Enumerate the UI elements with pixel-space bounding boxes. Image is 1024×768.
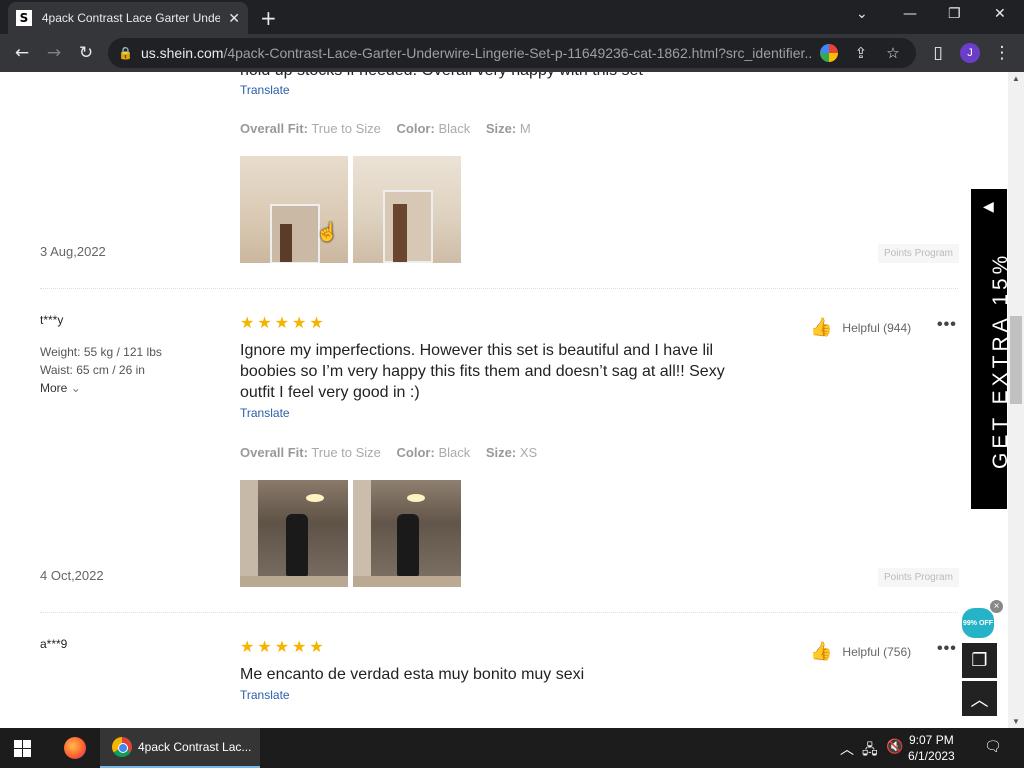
star-rating: ★★★★★ bbox=[240, 313, 327, 332]
translate-link[interactable]: Translate bbox=[240, 406, 290, 420]
reviewer-waist: Waist: 65 cm / 26 in bbox=[40, 363, 145, 377]
tab-search-icon[interactable]: ⌄ bbox=[856, 6, 868, 22]
back-to-top-icon[interactable]: ︿ bbox=[962, 681, 997, 716]
lock-icon: 🔒 bbox=[118, 46, 133, 60]
collapse-arrow-icon[interactable]: ◀ bbox=[983, 199, 994, 215]
restore-button[interactable]: ❐ bbox=[948, 6, 961, 22]
review-attributes: Overall Fit: True to Size Color: Black S… bbox=[240, 121, 531, 136]
profile-avatar[interactable]: J bbox=[960, 43, 980, 63]
review-divider bbox=[40, 612, 958, 613]
helpful-button[interactable]: 👍 Helpful (944) bbox=[810, 317, 911, 338]
reviewer-name: a***9 bbox=[40, 637, 68, 651]
windows-taskbar: 4pack Contrast Lac... ︿ 🖧 🔇 9:07 PM 6/1/… bbox=[0, 728, 1024, 768]
review-text: Ignore my imperfections. However this se… bbox=[240, 342, 725, 401]
points-program-badge: Points Program bbox=[878, 568, 959, 587]
star-rating: ★★★★★ bbox=[240, 637, 327, 656]
promo-badge: 99% OFF bbox=[962, 608, 994, 638]
review-text: Me encanto de verdad esta muy bonito muy… bbox=[240, 666, 585, 683]
get-extra-banner[interactable]: ◀ GET EXTRA 15% bbox=[971, 189, 1012, 509]
reviewer-weight: Weight: 55 kg / 121 lbs bbox=[40, 345, 162, 359]
share-icon[interactable]: ⇪ bbox=[845, 44, 877, 62]
translate-link[interactable]: Translate bbox=[240, 688, 290, 702]
thumbs-up-icon: 👍 bbox=[810, 317, 833, 338]
review-photo[interactable] bbox=[353, 156, 461, 263]
side-panel-icon[interactable]: ▯ bbox=[922, 43, 954, 63]
tray-expand-icon[interactable]: ︿ bbox=[840, 739, 854, 759]
review-list: hold up stocks if needed. Overall very h… bbox=[0, 72, 1008, 728]
more-options-icon[interactable]: ••• bbox=[937, 640, 957, 658]
review-text: hold up stocks if needed. Overall very h… bbox=[240, 72, 643, 81]
clock-time: 9:07 PM bbox=[909, 733, 954, 747]
thumbs-up-icon: 👍 bbox=[810, 641, 833, 662]
review-photo[interactable] bbox=[240, 156, 348, 263]
notifications-icon[interactable]: 🗨 bbox=[984, 739, 1002, 755]
browser-tab-strip: S 4pack Contrast Lace Garter Underwire ✕… bbox=[0, 0, 1024, 34]
browser-tab[interactable]: S 4pack Contrast Lace Garter Underwire ✕ bbox=[8, 2, 248, 34]
review-photo[interactable] bbox=[240, 480, 348, 587]
review-divider bbox=[40, 288, 958, 289]
review-date: 3 Aug,2022 bbox=[40, 244, 106, 259]
compare-icon[interactable]: ❐ bbox=[962, 643, 997, 678]
forward-icon[interactable]: → bbox=[38, 43, 70, 63]
tab-close-icon[interactable]: ✕ bbox=[228, 10, 240, 27]
reload-icon[interactable]: ↻ bbox=[70, 43, 102, 63]
chrome-menu-icon[interactable]: ⋮ bbox=[986, 43, 1018, 63]
windows-start-icon[interactable] bbox=[14, 740, 31, 757]
shein-favicon-icon: S bbox=[16, 10, 32, 26]
close-window-button[interactable]: ✕ bbox=[994, 6, 1006, 22]
chrome-taskbar-button[interactable]: 4pack Contrast Lac... bbox=[100, 728, 260, 768]
network-icon[interactable]: 🖧 bbox=[862, 739, 878, 763]
review-attributes: Overall Fit: True to Size Color: Black S… bbox=[240, 445, 538, 460]
promo-close-icon[interactable]: × bbox=[990, 600, 1003, 613]
google-lens-icon[interactable] bbox=[819, 44, 838, 62]
reviewer-name: t***y bbox=[40, 313, 64, 327]
more-toggle[interactable]: More ⌄ bbox=[40, 379, 81, 397]
helpful-button[interactable]: 👍 Helpful (756) bbox=[810, 641, 911, 662]
minimize-button[interactable]: — bbox=[903, 6, 917, 22]
clock-date: 6/1/2023 bbox=[908, 749, 955, 763]
browser-toolbar: ← → ↻ 🔒 us.shein.com/4pack-Contrast-Lace… bbox=[0, 34, 1024, 72]
new-tab-button[interactable]: + bbox=[260, 6, 277, 30]
volume-muted-icon[interactable]: 🔇 bbox=[886, 739, 903, 755]
review-photo[interactable] bbox=[353, 480, 461, 587]
scroll-down-icon[interactable]: ▼ bbox=[1012, 717, 1020, 726]
more-options-icon[interactable]: ••• bbox=[937, 316, 957, 334]
system-clock[interactable]: 9:07 PM 6/1/2023 bbox=[908, 732, 955, 764]
chrome-icon bbox=[112, 737, 132, 757]
firefox-icon[interactable] bbox=[64, 737, 86, 759]
url-text: us.shein.com/4pack-Contrast-Lace-Garter-… bbox=[140, 45, 813, 61]
tab-title: 4pack Contrast Lace Garter Underwire bbox=[41, 11, 221, 25]
address-bar[interactable]: 🔒 us.shein.com/4pack-Contrast-Lace-Garte… bbox=[108, 38, 916, 68]
translate-link[interactable]: Translate bbox=[240, 83, 290, 97]
hand-cursor-icon: ☝ bbox=[316, 222, 339, 242]
back-icon[interactable]: ← bbox=[6, 43, 38, 63]
bookmark-star-icon[interactable]: ☆ bbox=[877, 44, 909, 62]
points-program-badge: Points Program bbox=[878, 244, 959, 263]
page-scrollbar[interactable]: ▲ ▼ bbox=[1008, 72, 1024, 728]
promo-widget[interactable]: 99% OFF × bbox=[960, 600, 1003, 640]
scroll-up-icon[interactable]: ▲ bbox=[1012, 74, 1020, 83]
chrome-taskbar-label: 4pack Contrast Lac... bbox=[138, 740, 252, 754]
review-date: 4 Oct,2022 bbox=[40, 568, 104, 583]
scrollbar-thumb[interactable] bbox=[1010, 316, 1022, 404]
